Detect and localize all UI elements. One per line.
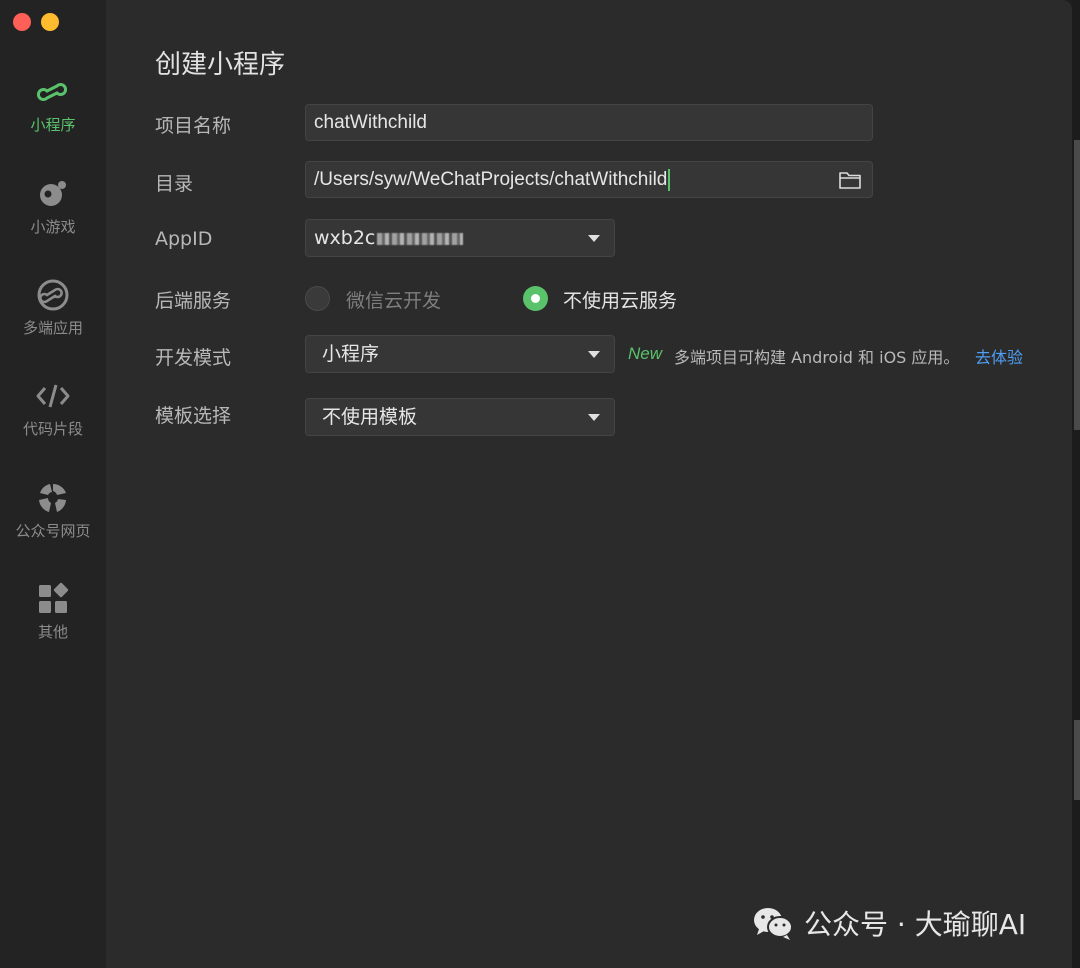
sidebar-item-label: 小游戏 <box>30 218 76 236</box>
scrollbar[interactable] <box>1074 720 1080 800</box>
sidebar-item-other[interactable]: 其他 <box>0 581 106 642</box>
sidebar-item-label: 其他 <box>37 623 68 641</box>
dev-mode-value: 小程序 <box>322 343 380 365</box>
appid-label: AppID <box>155 228 213 250</box>
template-select[interactable]: 不使用模板 <box>305 398 615 436</box>
try-it-link[interactable]: 去体验 <box>975 344 1023 368</box>
chevron-down-icon <box>588 351 600 358</box>
chevron-down-icon <box>588 414 600 421</box>
multi-platform-hint: 多端项目可构建 Android 和 iOS 应用。 <box>674 348 960 367</box>
appid-redacted <box>377 232 464 245</box>
appid-select[interactable]: wxb2c <box>305 219 615 257</box>
sidebar-item-label: 多端应用 <box>22 319 83 337</box>
watermark-text: 公众号 · 大瑜聊AI <box>804 908 1027 941</box>
create-project-form: 创建小程序 项目名称 chatWithchild 目录 /Users/syw/W… <box>106 0 1072 968</box>
backend-service-label: 后端服务 <box>155 290 232 312</box>
project-name-label: 项目名称 <box>155 115 232 137</box>
wechat-icon <box>754 908 793 940</box>
sidebar-item-official-account[interactable]: 公众号网页 <box>0 480 106 541</box>
mini-program-icon <box>37 83 67 101</box>
mini-game-icon <box>40 181 66 206</box>
directory-input[interactable]: /Users/syw/WeChatProjects/chatWithchild <box>305 161 873 198</box>
multi-platform-icon <box>37 279 69 311</box>
minimize-window-button[interactable] <box>41 13 59 31</box>
sidebar-item-mini-game[interactable]: 小游戏 <box>0 176 106 237</box>
directory-label: 目录 <box>155 173 194 195</box>
radio-no-cloud[interactable] <box>523 286 548 311</box>
sidebar-item-label: 代码片段 <box>22 420 83 438</box>
appid-value: wxb2c <box>314 227 376 249</box>
sidebar-item-label: 小程序 <box>30 116 76 134</box>
background-window-edge <box>1072 0 1080 968</box>
template-value: 不使用模板 <box>322 406 418 428</box>
dev-mode-label: 开发模式 <box>155 347 232 369</box>
new-badge: New <box>628 344 663 363</box>
project-name-input[interactable]: chatWithchild <box>305 104 873 141</box>
sidebar: 小程序 小游戏 多端应用 代码片段 公众号网页 其他 <box>0 0 106 968</box>
page-title: 创建小程序 <box>155 50 286 80</box>
radio-wechat-cloud[interactable] <box>305 286 330 311</box>
dev-mode-select[interactable]: 小程序 <box>305 335 615 373</box>
sidebar-item-mini-program[interactable]: 小程序 <box>0 74 106 135</box>
directory-value: /Users/syw/WeChatProjects/chatWithchild <box>314 169 668 190</box>
sidebar-item-label: 公众号网页 <box>15 522 91 540</box>
grid-icon <box>39 582 69 613</box>
project-name-value: chatWithchild <box>314 112 427 133</box>
watermark: 公众号 · 大瑜聊AI <box>752 903 1026 943</box>
sidebar-item-code-snippet[interactable]: 代码片段 <box>0 378 106 439</box>
sidebar-item-multi-platform[interactable]: 多端应用 <box>0 277 106 338</box>
chevron-down-icon <box>588 235 600 242</box>
code-icon <box>36 384 70 408</box>
scrollbar[interactable] <box>1074 140 1080 430</box>
folder-icon[interactable] <box>838 170 862 190</box>
radio-wechat-cloud-label[interactable]: 微信云开发 <box>346 286 441 313</box>
template-label: 模板选择 <box>155 405 232 427</box>
window: 小程序 小游戏 多端应用 代码片段 公众号网页 其他 创建小程序 项目名称 ch… <box>0 0 1072 968</box>
radio-no-cloud-label[interactable]: 不使用云服务 <box>563 286 677 313</box>
official-account-icon <box>39 484 66 512</box>
close-window-button[interactable] <box>13 13 31 31</box>
text-cursor <box>668 168 671 191</box>
